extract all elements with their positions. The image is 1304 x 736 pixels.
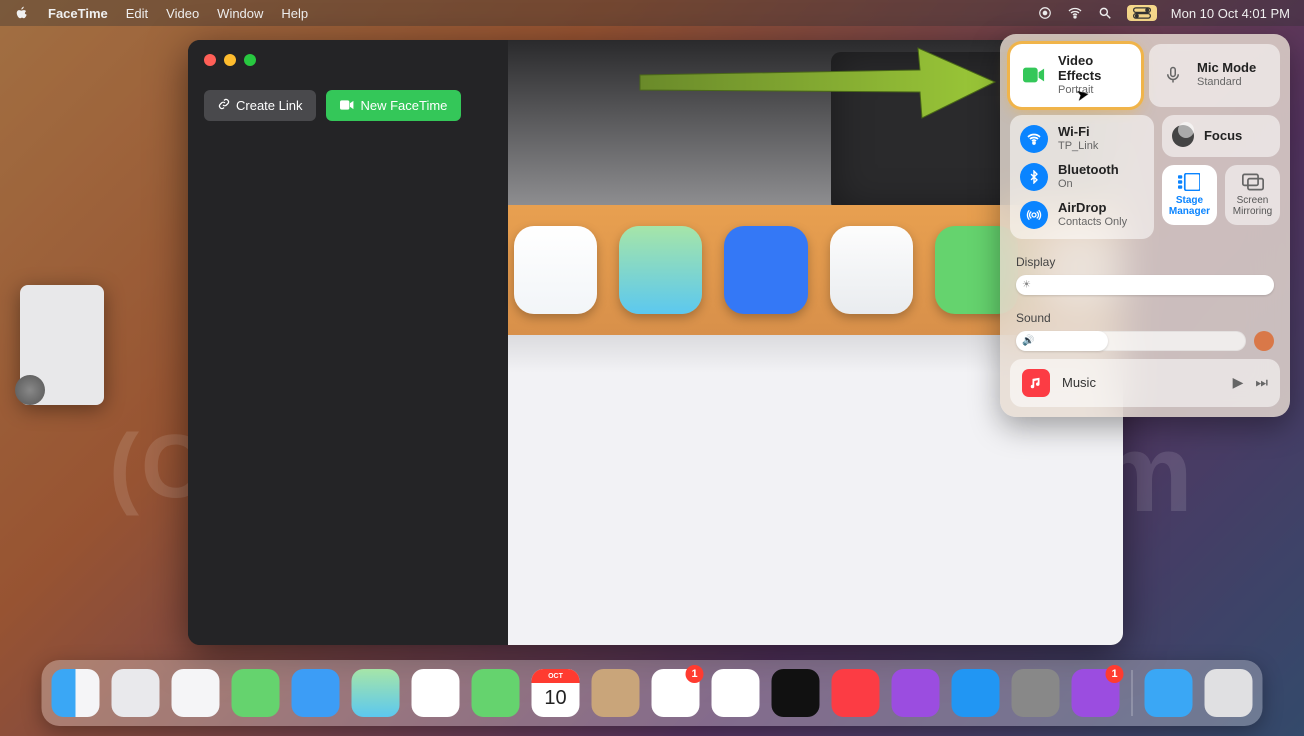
menu-window[interactable]: Window [217,6,263,21]
music-play-button[interactable]: ▶ [1233,374,1244,391]
bluetooth-icon [1020,163,1048,191]
mic-mode-title: Mic Mode [1197,61,1256,76]
dock: OCT 10 1 1 [42,660,1263,726]
wifi-title: Wi-Fi [1058,125,1098,140]
screen-mirroring-label: ScreenMirroring [1233,195,1272,217]
dock-reminders[interactable]: 1 [652,669,700,717]
dock-app[interactable]: 1 [1072,669,1120,717]
airdrop-sub: Contacts Only [1058,216,1127,229]
menu-help[interactable]: Help [281,6,308,21]
dock-icon [514,226,597,314]
dock-photos[interactable] [412,669,460,717]
dock-mail[interactable] [292,669,340,717]
music-next-button[interactable]: ⏭ [1255,374,1268,391]
airdrop-icon [1020,201,1048,229]
dock-messages[interactable] [232,669,280,717]
connectivity-card: Wi-Fi TP_Link Bluetooth On AirDrop [1010,115,1154,239]
dock-finder[interactable] [52,669,100,717]
wifi-item[interactable]: Wi-Fi TP_Link [1020,125,1144,153]
focus-card[interactable]: Focus [1162,115,1280,157]
app-badge: 1 [1106,665,1124,683]
spotlight-icon[interactable] [1097,5,1113,21]
wifi-sub: TP_Link [1058,140,1098,153]
video-effects-sub: Portrait [1058,84,1131,97]
menu-bar: FaceTime Edit Video Window Help Mon 10 O… [0,0,1304,26]
stage-manager-icon [1178,173,1200,191]
volume-icon: 🔊 [1022,335,1034,346]
music-card: Music ▶ ⏭ [1010,359,1280,407]
display-label: Display [1016,255,1274,269]
video-icon [340,98,354,113]
video-effects-icon [1020,61,1048,89]
brightness-icon: ☀ [1022,279,1031,290]
dock-tv[interactable] [772,669,820,717]
video-effects-title: Video Effects [1058,54,1131,84]
screen-recording-icon[interactable] [1037,5,1053,21]
create-link-button[interactable]: Create Link [204,90,316,121]
calendar-day: 10 [532,683,580,713]
mic-mode-card[interactable]: Mic Mode Standard [1149,44,1280,107]
reminders-badge: 1 [686,665,704,683]
system-settings-thumb-icon [15,375,45,405]
dock-trash[interactable] [1205,669,1253,717]
dock-contacts[interactable] [592,669,640,717]
airdrop-item[interactable]: AirDrop Contacts Only [1020,201,1144,229]
menu-edit[interactable]: Edit [126,6,148,21]
stage-manager-tile[interactable]: StageManager [1162,165,1217,225]
dock-appstore[interactable] [952,669,1000,717]
focus-title: Focus [1204,128,1242,143]
audio-output-icon[interactable] [1254,331,1274,351]
dock-podcasts[interactable] [892,669,940,717]
app-menu[interactable]: FaceTime [48,6,108,21]
sound-label: Sound [1016,311,1274,325]
music-app-icon [1022,369,1050,397]
dock-launchpad[interactable] [112,669,160,717]
focus-icon [1172,125,1194,147]
bluetooth-sub: On [1058,178,1119,191]
facetime-sidebar: Create Link New FaceTime [188,40,508,645]
display-slider[interactable]: ☀ [1016,275,1274,295]
dock-icon [619,226,702,314]
minimize-button[interactable] [224,54,236,66]
create-link-label: Create Link [236,98,302,113]
dock-downloads[interactable] [1145,669,1193,717]
mic-mode-sub: Standard [1197,76,1256,89]
new-facetime-button[interactable]: New FaceTime [326,90,461,121]
dock-system-settings[interactable] [1012,669,1060,717]
music-title: Music [1062,375,1221,390]
wifi-icon [1020,125,1048,153]
wifi-icon[interactable] [1067,5,1083,21]
dock-maps[interactable] [352,669,400,717]
airdrop-title: AirDrop [1058,201,1127,216]
stage-manager-label: StageManager [1169,195,1210,217]
close-button[interactable] [204,54,216,66]
apple-menu-icon[interactable] [14,5,30,21]
dock-icon [830,226,913,314]
dock-calendar[interactable]: OCT 10 [532,669,580,717]
control-center-panel: Video Effects Portrait Mic Mode Standard… [1000,34,1290,417]
dock-notes[interactable] [712,669,760,717]
new-facetime-label: New FaceTime [360,98,447,113]
dock-facetime[interactable] [472,669,520,717]
sound-slider[interactable]: 🔊 [1016,331,1246,351]
window-controls [204,54,256,66]
cursor-icon: ➤ [1074,84,1091,106]
menu-video[interactable]: Video [166,6,199,21]
facetime-window: Create Link New FaceTime [188,40,1123,645]
maximize-button[interactable] [244,54,256,66]
dock-icon [724,226,807,314]
bluetooth-item[interactable]: Bluetooth On [1020,163,1144,191]
control-center-icon[interactable] [1127,5,1157,21]
bluetooth-title: Bluetooth [1058,163,1119,178]
screen-mirroring-tile[interactable]: ScreenMirroring [1225,165,1280,225]
screen-mirroring-icon [1242,173,1264,191]
dock-safari[interactable] [172,669,220,717]
datetime[interactable]: Mon 10 Oct 4:01 PM [1171,6,1290,21]
dock-separator [1132,670,1133,716]
calendar-month: OCT [532,669,580,683]
link-icon [218,98,230,113]
mic-mode-icon [1159,61,1187,89]
dock-music[interactable] [832,669,880,717]
